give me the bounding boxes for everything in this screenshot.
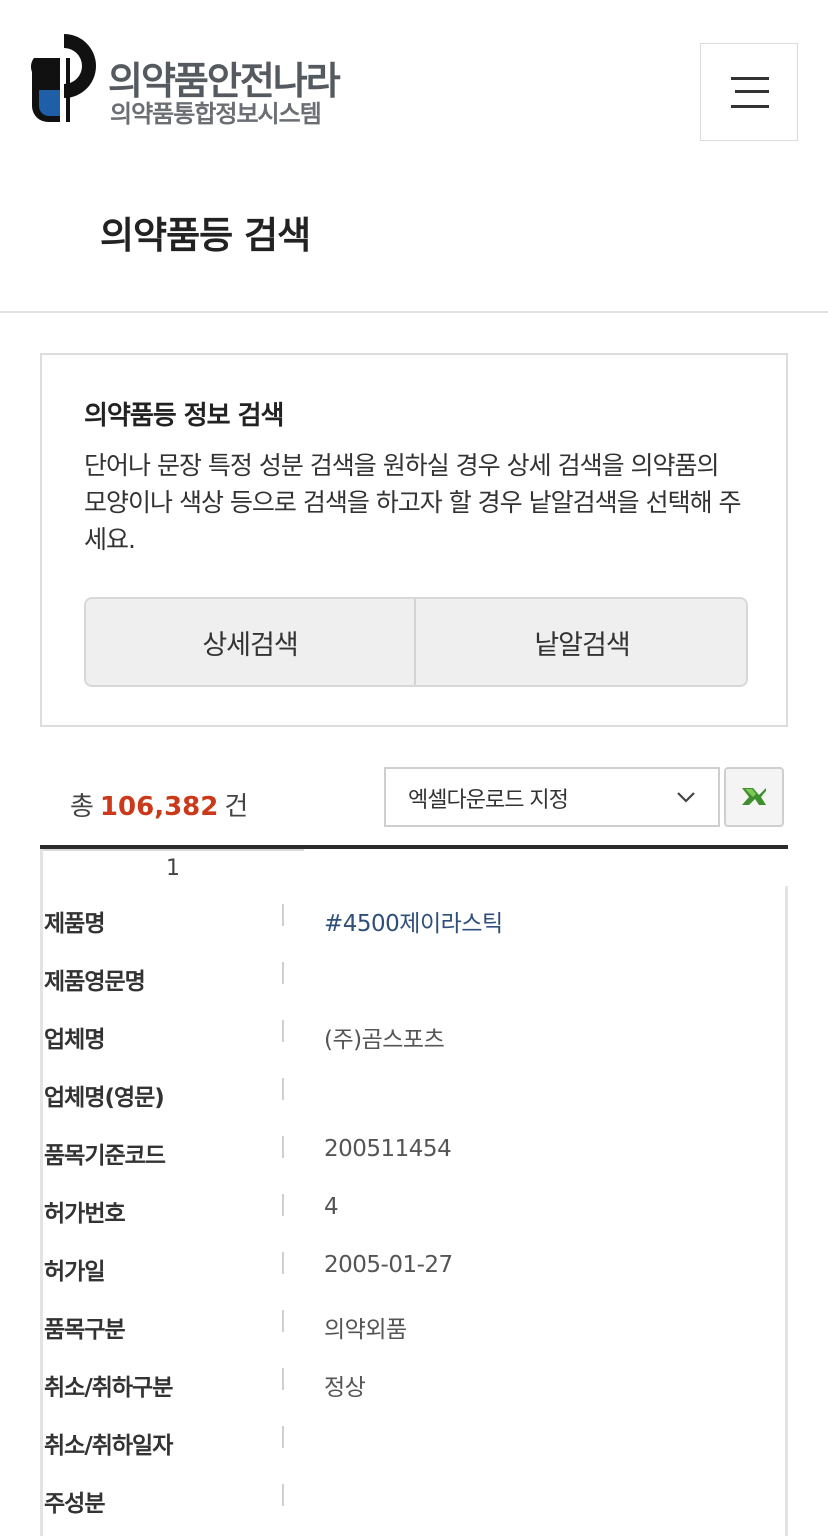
total-prefix: 총 <box>70 792 94 822</box>
logo-capsule-icon <box>30 34 96 122</box>
search-mode-buttons: 상세검색 낱알검색 <box>84 597 748 687</box>
row-separator <box>282 1368 284 1390</box>
record-row-permit-date: 허가일 2005-01-27 <box>44 1246 784 1286</box>
total-number: 106,382 <box>99 792 219 822</box>
record-row-cancel-date: 취소/취하일자 <box>44 1420 784 1460</box>
row-label: 주성분 <box>44 1491 105 1517</box>
site-header: 의약품안전나라 의약품통합정보시스템 <box>0 0 828 160</box>
page-title: 의약품등 검색 <box>100 214 311 257</box>
record-row-item-category: 품목구분 의약외품 <box>44 1304 784 1344</box>
record-row-company: 업체명 (주)곰스포츠 <box>44 1014 784 1054</box>
row-separator <box>282 1078 284 1100</box>
chevron-down-icon <box>677 792 695 803</box>
row-separator <box>282 1484 284 1506</box>
menu-button[interactable] <box>700 43 798 141</box>
row-separator <box>282 1136 284 1158</box>
row-number: 1 <box>166 856 180 881</box>
record-row-cancel-status: 취소/취하구분 정상 <box>44 1362 784 1402</box>
record-row-company-english: 업체명(영문) <box>44 1072 784 1112</box>
row-label: 업체명(영문) <box>44 1085 165 1111</box>
row-label: 허가일 <box>44 1259 105 1285</box>
search-info-box: 의약품등 정보 검색 단어나 문장 특정 성분 검색을 원하실 경우 상세 검색… <box>40 353 788 727</box>
row-separator <box>282 1426 284 1448</box>
row-value: (주)곰스포츠 <box>324 1027 445 1053</box>
record-row-permit-number: 허가번호 4 <box>44 1188 784 1228</box>
row-label: 취소/취하구분 <box>44 1375 173 1401</box>
row-value: 4 <box>324 1194 339 1220</box>
row-separator <box>282 962 284 984</box>
excel-download-select[interactable]: 엑셀다운로드 지정 <box>384 767 720 827</box>
row-separator <box>282 1252 284 1274</box>
header-divider <box>0 311 828 313</box>
record-row-product-name: 제품명 #4500제이라스틱 <box>44 898 784 938</box>
record-row-main-ingredient: 주성분 <box>44 1478 784 1518</box>
excel-select-value: 엑셀다운로드 지정 <box>408 788 569 813</box>
row-value: 의약외품 <box>324 1317 407 1343</box>
product-name-link[interactable]: #4500제이라스틱 <box>324 904 503 938</box>
row-label: 취소/취하일자 <box>44 1433 173 1459</box>
detail-search-button[interactable]: 상세검색 <box>86 599 416 685</box>
pill-search-button[interactable]: 낱알검색 <box>417 599 746 685</box>
total-count: 총 106,382 건 <box>70 786 248 823</box>
row-label: 제품영문명 <box>44 969 146 995</box>
card-border-right <box>785 886 788 1536</box>
site-logo[interactable]: 의약품안전나라 의약품통합정보시스템 <box>30 32 360 128</box>
card-border-left <box>40 849 43 1536</box>
row-label: 업체명 <box>44 1027 105 1053</box>
row-separator <box>282 904 284 926</box>
record-row-english-name: 제품영문명 <box>44 956 784 996</box>
row-value: 정상 <box>324 1375 366 1401</box>
row-value: 2005-01-27 <box>324 1252 453 1278</box>
total-suffix: 건 <box>224 792 249 822</box>
info-description: 단어나 문장 특정 성분 검색을 원하실 경우 상세 검색을 의약품의 모양이나… <box>84 451 742 554</box>
row-separator <box>282 1310 284 1332</box>
row-value: 200511454 <box>324 1136 452 1162</box>
row-separator <box>282 1020 284 1042</box>
row-label: 허가번호 <box>44 1201 126 1227</box>
excel-icon <box>742 788 766 805</box>
record-row-item-code: 품목기준코드 200511454 <box>44 1130 784 1170</box>
excel-download-button[interactable] <box>724 767 784 827</box>
row-separator <box>282 1194 284 1216</box>
row-label: 제품명 <box>44 911 105 937</box>
info-title: 의약품등 정보 검색 <box>84 401 284 431</box>
hamburger-menu-icon <box>731 77 769 80</box>
row-number-tab <box>43 849 304 851</box>
logo-subtitle: 의약품통합정보시스템 <box>110 100 322 128</box>
row-label: 품목구분 <box>44 1317 126 1343</box>
row-label: 품목기준코드 <box>44 1143 166 1169</box>
